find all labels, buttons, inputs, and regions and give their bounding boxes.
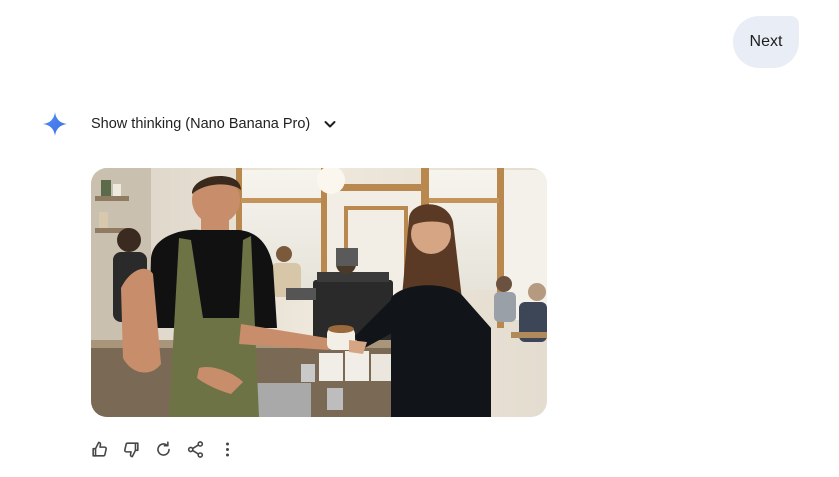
response-actions — [89, 438, 238, 460]
share-icon[interactable] — [185, 439, 206, 460]
more-options-icon[interactable] — [217, 439, 238, 460]
gemini-sparkle-icon — [42, 111, 68, 137]
show-thinking-label: Show thinking (Nano Banana Pro) — [91, 116, 311, 132]
thumbs-up-icon[interactable] — [89, 439, 110, 460]
show-thinking-toggle[interactable]: Show thinking (Nano Banana Pro) — [91, 112, 338, 136]
chevron-down-icon — [322, 116, 338, 132]
user-message-text: Next — [749, 33, 783, 50]
cafe-scene-illustration — [91, 168, 547, 417]
thumbs-down-icon[interactable] — [121, 439, 142, 460]
generated-image[interactable] — [91, 168, 547, 417]
regenerate-icon[interactable] — [153, 439, 174, 460]
user-message-bubble: Next — [733, 16, 799, 68]
